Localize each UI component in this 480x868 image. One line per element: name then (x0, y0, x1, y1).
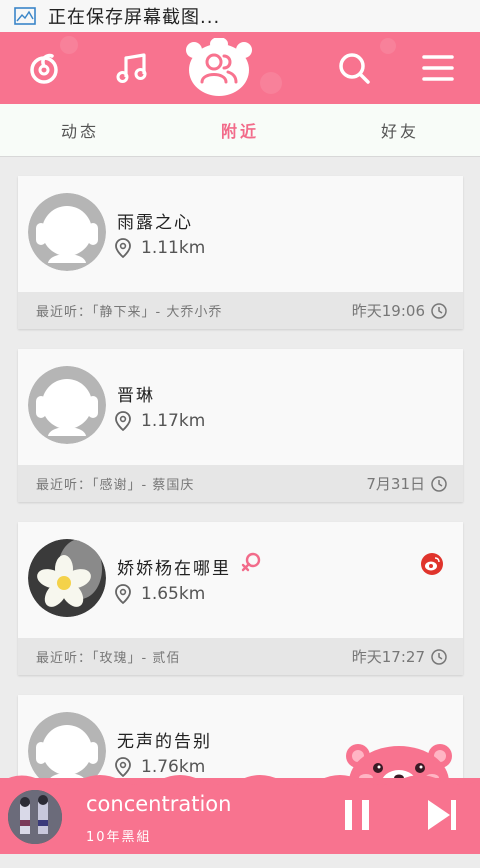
paw-decoration (380, 38, 396, 54)
location-pin-icon (115, 411, 131, 431)
status-text: 正在保存屏幕截图... (48, 7, 221, 28)
music-note-icon[interactable] (110, 46, 154, 90)
distance: 1.65km (141, 584, 206, 604)
user-name: 晋琳 (117, 386, 155, 406)
timestamp: 7月31日 (366, 475, 425, 493)
clock-icon (431, 475, 447, 492)
tab-nearby[interactable]: 附近 (160, 118, 320, 142)
user-name: 娇娇杨在哪里 (117, 559, 231, 579)
music-logo-icon[interactable] (22, 46, 66, 90)
song-title: concentration (86, 792, 232, 816)
timestamp: 昨天17:27 (351, 648, 425, 666)
recent-song: 最近听：「静下来」- 大乔小乔 (36, 305, 223, 320)
pause-icon[interactable] (342, 798, 372, 832)
tab-friends[interactable]: 好友 (320, 118, 480, 142)
tab-feed[interactable]: 动态 (0, 118, 160, 142)
mini-player[interactable]: concentration 10年黑組 (0, 775, 480, 854)
paw-decoration (260, 72, 282, 94)
recent-listen-bar: 最近听：「感谢」- 蔡国庆 7月31日 (18, 465, 463, 502)
search-icon[interactable] (332, 46, 376, 90)
timestamp: 昨天19:06 (351, 302, 425, 320)
user-card[interactable]: 晋琳 1.17km 最近听：「感谢」- 蔡国庆 7月31日 (18, 349, 463, 502)
player-wave-edge (0, 775, 480, 788)
artist-name: 10年黑組 (86, 830, 152, 845)
menu-icon[interactable] (416, 46, 460, 90)
tab-bar: 动态 附近 好友 (0, 104, 480, 157)
avatar[interactable] (28, 539, 106, 617)
weibo-icon[interactable] (421, 553, 443, 575)
location-pin-icon (115, 584, 131, 604)
distance: 1.17km (141, 411, 206, 431)
clock-icon (431, 302, 447, 319)
location-pin-icon (115, 238, 131, 258)
user-name: 无声的告别 (117, 732, 212, 752)
next-track-icon[interactable] (424, 798, 458, 832)
clock-icon (431, 648, 447, 665)
recent-song: 最近听：「感谢」- 蔡国庆 (36, 478, 195, 493)
album-cover[interactable] (8, 790, 62, 844)
recent-listen-bar: 最近听：「玫瑰」- 贰佰 昨天17:27 (18, 638, 463, 675)
status-bar: 正在保存屏幕截图... (0, 0, 480, 32)
recent-listen-bar: 最近听：「静下来」- 大乔小乔 昨天19:06 (18, 292, 463, 329)
friends-paw-icon[interactable] (184, 37, 254, 98)
user-card[interactable]: 娇娇杨在哪里 1.65km 最近听：「玫瑰」- 贰佰 昨天17:27 (18, 522, 463, 675)
distance: 1.11km (141, 238, 206, 258)
recent-song: 最近听：「玫瑰」- 贰佰 (36, 651, 181, 666)
avatar[interactable] (28, 193, 106, 271)
avatar[interactable] (28, 366, 106, 444)
user-card[interactable]: 雨露之心 1.11km 最近听：「静下来」- 大乔小乔 昨天19:06 (18, 176, 463, 329)
screenshot-icon (14, 7, 36, 25)
female-gender-icon (241, 552, 261, 572)
user-name: 雨露之心 (117, 213, 193, 233)
